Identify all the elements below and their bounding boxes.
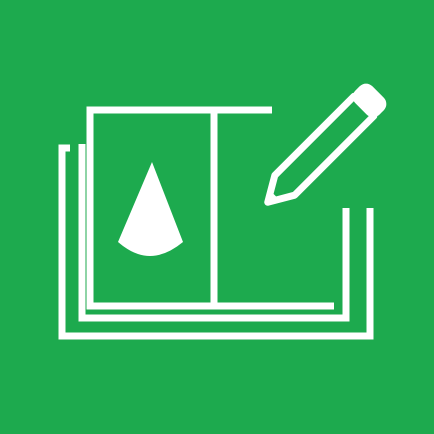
notebook-cone-pencil-icon (0, 0, 434, 434)
app-icon[interactable] (0, 0, 434, 434)
